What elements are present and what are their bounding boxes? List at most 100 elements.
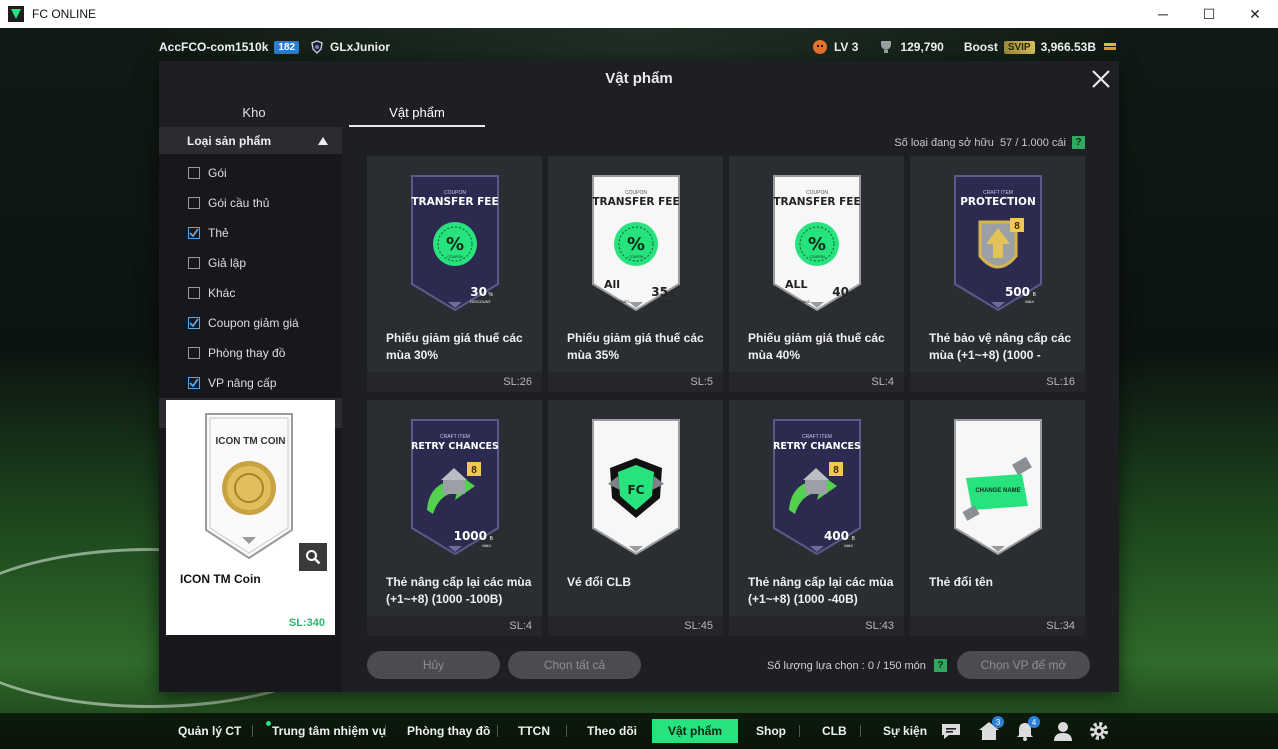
svg-text:DISCOUNT: DISCOUNT — [470, 299, 491, 304]
svg-text:CRAFT ITEM: CRAFT ITEM — [440, 434, 470, 440]
svg-text:RETRY CHANCES: RETRY CHANCES — [411, 441, 499, 452]
checkbox-checked[interactable] — [188, 377, 200, 389]
maximize-button[interactable]: ☐ — [1186, 0, 1232, 28]
filter-item[interactable]: Gói cầu thủ — [159, 188, 342, 218]
svg-text:COUPON: COUPON — [809, 255, 825, 259]
chat-icon — [942, 724, 960, 739]
filter-item[interactable]: Coupon giảm giá — [159, 308, 342, 338]
tab-kho[interactable]: Kho — [159, 99, 349, 127]
trophy-icon — [881, 41, 892, 53]
owned-help-button[interactable]: ? — [1072, 136, 1085, 149]
selection-label: Số lượng lựa chọn : 0 / 150 món — [767, 659, 926, 672]
filter-item[interactable]: Khác — [159, 278, 342, 308]
item-card[interactable]: CRAFT ITEM RETRY CHANCES 8 400 B MAX Thẻ nâng … — [729, 400, 904, 636]
nav-trung-tam-nhiem-vu[interactable]: Trung tâm nhiệm vụ — [266, 719, 387, 743]
profile-button[interactable] — [1052, 720, 1074, 742]
nav-label: Trung tâm nhiệm vụ — [272, 724, 387, 738]
nav-phong-thay-do[interactable]: Phòng thay đồ — [407, 719, 490, 743]
svg-text:CHANGE NAME: CHANGE NAME — [975, 488, 1020, 494]
item-card[interactable]: COUPON TRANSFER FEE% COUPON 40% BONUS ALL CLAS… — [729, 156, 904, 392]
open-items-button[interactable]: Chọn VP để mở — [957, 651, 1090, 679]
home-button[interactable]: 3 — [978, 716, 1004, 742]
item-card[interactable]: COUPON TRANSFER FEE% COUPON 30% DISCOUNT Phiế… — [367, 156, 542, 392]
svg-text:TRANSFER FEE: TRANSFER FEE — [592, 196, 679, 208]
item-count: SL:43 — [865, 620, 894, 632]
item-card[interactable]: COUPON TRANSFER FEE% COUPON 35% BONUS All CLAS… — [548, 156, 723, 392]
svg-text:COUPON: COUPON — [628, 255, 644, 259]
filter-item[interactable]: Phòng thay đồ — [159, 338, 342, 368]
filter-item[interactable]: Thẻ — [159, 218, 342, 248]
nav-separator — [566, 725, 567, 737]
item-count-bar: SL:4 — [729, 372, 904, 392]
window-title: FC ONLINE — [32, 7, 97, 21]
nav-shop[interactable]: Shop — [756, 719, 786, 743]
dialog-actions: Hủy Chọn tất cả Số lượng lựa chọn : 0 / … — [367, 651, 1090, 681]
item-count: SL:34 — [1046, 620, 1075, 632]
window-titlebar: FC ONLINE ─ ☐ ✕ — [0, 0, 1278, 28]
svg-text:%: % — [808, 234, 826, 255]
item-card[interactable]: CRAFT ITEM PROTECTION 8 500 B MAX Thẻ bảo vệ n… — [910, 156, 1085, 392]
nav-quan-ly-ct[interactable]: Quản lý CT — [178, 719, 241, 743]
item-count-bar: SL:43 — [729, 616, 904, 636]
svg-text:B: B — [852, 536, 856, 542]
nav-ttcn[interactable]: TTCN — [518, 719, 550, 743]
item-name: Phiếu giảm giá thuế các mùa 35% — [567, 331, 704, 362]
close-window-button[interactable]: ✕ — [1232, 0, 1278, 28]
selection-help-button[interactable]: ? — [933, 659, 947, 672]
filter-label: Coupon giảm giá — [208, 316, 299, 330]
item-count-bar: SL:16 — [910, 372, 1085, 392]
checkbox[interactable] — [188, 167, 200, 179]
checkbox[interactable] — [188, 287, 200, 299]
item-card-art: COUPONTRANSFER FEE%COUPON40 %BONUSALLCLAS… — [773, 175, 861, 312]
cancel-button[interactable]: Hủy — [367, 651, 500, 679]
nav-theo-doi[interactable]: Theo dõi — [587, 719, 637, 743]
checkbox[interactable] — [188, 257, 200, 269]
item-count-bar: SL:34 — [910, 616, 1085, 636]
vip-badge: SVIP — [1003, 40, 1035, 54]
item-card-art: CHANGE NAME — [954, 419, 1042, 556]
player-level: LV 3 — [833, 40, 859, 54]
boost-label: Boost — [963, 40, 998, 54]
svg-text:COUPON: COUPON — [447, 255, 463, 259]
item-card[interactable]: FC Vé đổi CLB SL:45 — [548, 400, 723, 636]
minimize-button[interactable]: ─ — [1140, 0, 1186, 28]
nav-su-kien[interactable]: Sự kiện — [883, 719, 927, 743]
nav-vat-pham[interactable]: Vật phẩm — [652, 719, 739, 743]
item-name: Thẻ nâng cấp lại các mùa (+1~+8) (1000 -… — [386, 575, 532, 606]
item-name: Phiếu giảm giá thuế các mùa 40% — [748, 331, 885, 362]
item-count: SL:5 — [690, 376, 713, 388]
select-all-button[interactable]: Chọn tất cả — [508, 651, 641, 679]
filter-item[interactable]: Giả lập — [159, 248, 342, 278]
account-name: AccFCO-com1510k — [159, 40, 269, 54]
items-dialog: Vật phẩm Kho Vật phẩm Loại sản phẩm Gói G… — [159, 61, 1119, 692]
filter-item[interactable]: VP nâng cấp — [159, 368, 342, 398]
checkbox[interactable] — [188, 197, 200, 209]
close-dialog-button[interactable] — [1089, 67, 1113, 91]
nav-clb[interactable]: CLB — [822, 719, 847, 743]
svg-text:%: % — [627, 234, 645, 255]
checkbox-checked[interactable] — [188, 317, 200, 329]
filter-label: Gói cầu thủ — [208, 196, 270, 210]
svg-text:400: 400 — [824, 529, 849, 543]
item-name: Thẻ nâng cấp lại các mùa (+1~+8) (1000 -… — [748, 575, 894, 606]
filter-item[interactable]: Gói — [159, 158, 342, 188]
svg-text:B: B — [490, 536, 494, 542]
icon-tm-coin-card-art — [205, 413, 293, 560]
svg-text:40: 40 — [832, 285, 849, 299]
zoom-button[interactable] — [299, 543, 327, 571]
item-card[interactable]: CHANGE NAME Thẻ đổi tên SL:34 — [910, 400, 1085, 636]
item-preview-card: ICON TM COIN ICON TM Coin SL:340 — [166, 400, 335, 635]
item-card[interactable]: CRAFT ITEM RETRY CHANCES 8 1000 B MAX Thẻ nâng… — [367, 400, 542, 636]
checkbox[interactable] — [188, 347, 200, 359]
nav-separator — [385, 725, 386, 737]
filter-list: Gói Gói cầu thủ Thẻ Giả lập Khác Coupon giảm … — [159, 154, 342, 398]
item-card-art: FC — [592, 419, 680, 556]
settings-button[interactable] — [1088, 720, 1110, 742]
item-name: Thẻ đổi tên — [929, 575, 993, 589]
svg-text:%: % — [446, 234, 464, 255]
filter-category-header[interactable]: Loại sản phẩm — [159, 127, 342, 154]
checkbox-checked[interactable] — [188, 227, 200, 239]
chat-button[interactable] — [940, 720, 962, 742]
tab-vat-pham[interactable]: Vật phẩm — [349, 99, 485, 127]
notifications-button[interactable]: 4 — [1014, 716, 1040, 742]
